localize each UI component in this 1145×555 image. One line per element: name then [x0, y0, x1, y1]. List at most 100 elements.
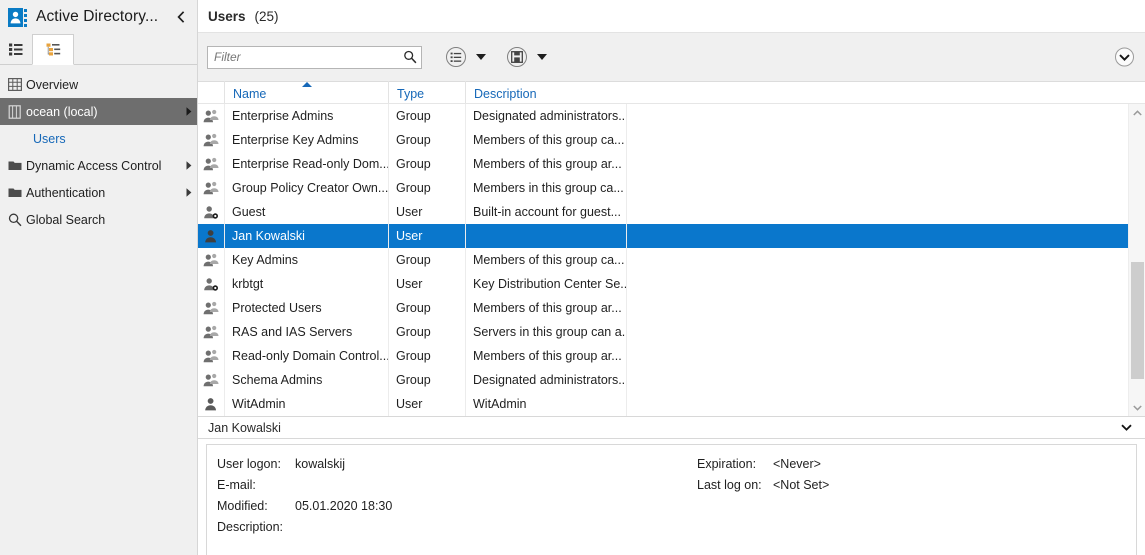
column-header-description[interactable]: Description [465, 81, 626, 103]
sidebar-item-label: Authentication [26, 185, 106, 200]
group-icon [198, 133, 224, 147]
manage-menu-button[interactable] [507, 47, 527, 67]
group-icon [198, 253, 224, 267]
sidebar-item-global-search[interactable]: Global Search [0, 206, 197, 233]
list-icon [8, 43, 22, 55]
page-header: Users (25) [198, 0, 1145, 32]
list-circle-icon [450, 52, 462, 62]
cell-name: Group Policy Creator Own... [232, 181, 388, 195]
detail-field: Expiration: <Never> [697, 453, 829, 474]
cell-type: Group [396, 253, 431, 267]
sidebar-collapse-button[interactable] [171, 5, 191, 29]
table-row[interactable]: Enterprise Read-only Dom... Group Members … [198, 152, 1145, 176]
item-count: (25) [254, 8, 279, 24]
detail-collapse-button[interactable] [1117, 424, 1135, 431]
filter-input[interactable] [208, 46, 399, 68]
detail-field-value: kowalskij [295, 456, 346, 471]
group-icon [203, 157, 219, 171]
tree-view-tab[interactable] [32, 34, 74, 65]
scrollbar-up-button[interactable] [1129, 104, 1145, 121]
sidebar-item-dynamic-access-control[interactable]: Dynamic Access Control [0, 152, 197, 179]
table-row[interactable]: RAS and IAS Servers Group Servers in this … [198, 320, 1145, 344]
cell-name: Schema Admins [232, 373, 323, 387]
table-row[interactable]: Schema Admins Group Designated administrat… [198, 368, 1145, 392]
group-icon [198, 109, 224, 123]
table-row[interactable]: Read-only Domain Control... Group Members … [198, 344, 1145, 368]
detail-field-value: <Never> [773, 456, 821, 471]
table-row[interactable]: WitAdmin User WitAdmin [198, 392, 1145, 416]
cell-type: User [396, 229, 423, 243]
grid-vertical-scrollbar[interactable] [1128, 104, 1145, 416]
server-icon [8, 104, 26, 119]
app-title: Active Directory... [36, 8, 159, 25]
grid-icon [8, 78, 26, 91]
sidebar: Active Directory... Overview ocean (loca… [0, 0, 198, 555]
cell-name: Jan Kowalski [232, 229, 305, 243]
detail-field-label: Modified: [217, 498, 268, 513]
tasks-menu-group [446, 47, 489, 67]
filter-box[interactable] [207, 45, 422, 69]
chevron-down-icon [1120, 424, 1132, 431]
cell-description: Designated administrators... [473, 373, 626, 387]
sidebar-item-overview[interactable]: Overview [0, 71, 197, 98]
cell-description: Members in this group ca... [473, 181, 624, 195]
table-row[interactable]: Protected Users Group Members of this grou… [198, 296, 1145, 320]
group-icon [198, 325, 224, 339]
scrollbar-thumb[interactable] [1131, 262, 1144, 379]
cell-type: Group [396, 157, 431, 171]
cell-description: Members of this group ar... [473, 349, 622, 363]
sidebar-item-label: Overview [26, 77, 79, 92]
table-row[interactable]: Enterprise Admins Group Designated adminis… [198, 104, 1145, 128]
sidebar-item-expand-arrow[interactable] [181, 107, 197, 116]
sidebar-item-expand-arrow[interactable] [181, 188, 197, 197]
sidebar-header: Active Directory... [0, 0, 197, 34]
sidebar-nav-list: Overview ocean (local) Users Dynamic Acc… [0, 65, 197, 555]
caret-right-icon [186, 107, 192, 116]
table-row[interactable]: Group Policy Creator Own... Group Members … [198, 176, 1145, 200]
sidebar-item-users[interactable]: Users [0, 125, 197, 152]
tree-icon [46, 43, 60, 56]
user-badge-icon [8, 7, 27, 27]
group-icon [203, 349, 219, 363]
folder-icon [8, 187, 26, 198]
group-icon [198, 157, 224, 171]
table-row[interactable]: krbtgt User Key Distribution Center Se... [198, 272, 1145, 296]
scrollbar-down-button[interactable] [1129, 399, 1145, 416]
group-icon [203, 133, 219, 147]
sidebar-item-ocean-local[interactable]: ocean (local) [0, 98, 197, 125]
search-icon[interactable] [399, 50, 421, 64]
group-icon [198, 181, 224, 195]
chevron-up-icon [1132, 109, 1142, 116]
group-icon [203, 373, 219, 387]
detail-field: Last log on: <Not Set> [697, 474, 829, 495]
detail-right-column: Expiration: <Never> Last log on: <Not Set> [697, 453, 829, 537]
tasks-menu-button[interactable] [446, 47, 466, 67]
column-header-name[interactable]: Name [224, 81, 388, 103]
list-view-tab[interactable] [0, 34, 32, 64]
sidebar-item-authentication[interactable]: Authentication [0, 179, 197, 206]
tasks-menu-caret[interactable] [473, 49, 489, 65]
cell-name: Protected Users [232, 301, 322, 315]
manage-menu-caret[interactable] [534, 49, 550, 65]
detail-pane-header: Jan Kowalski [198, 416, 1145, 439]
toolbar-expand-button[interactable] [1115, 47, 1134, 67]
manage-menu-group [507, 47, 550, 67]
table-row[interactable]: Key Admins Group Members of this group ca.… [198, 248, 1145, 272]
save-circle-icon [511, 51, 523, 63]
sidebar-item-label: Dynamic Access Control [26, 158, 162, 173]
cell-type: Group [396, 349, 431, 363]
detail-field-value: <Not Set> [773, 477, 830, 492]
table-row[interactable]: Jan Kowalski User [198, 224, 1145, 248]
group-icon [203, 181, 219, 195]
user-icon [205, 230, 216, 243]
table-row[interactable]: Enterprise Key Admins Group Members of thi… [198, 128, 1145, 152]
sidebar-tabs [0, 34, 197, 65]
column-header-label: Type [397, 87, 425, 101]
group-icon [203, 253, 219, 267]
column-header-type[interactable]: Type [388, 81, 465, 103]
sidebar-item-expand-arrow[interactable] [181, 161, 197, 170]
cell-description: Servers in this group can a... [473, 325, 626, 339]
detail-field-label: User logon: [217, 456, 281, 471]
table-row[interactable]: Guest User Built-in account for guest... [198, 200, 1145, 224]
grid-header-row: Name Type Description [198, 81, 1145, 104]
